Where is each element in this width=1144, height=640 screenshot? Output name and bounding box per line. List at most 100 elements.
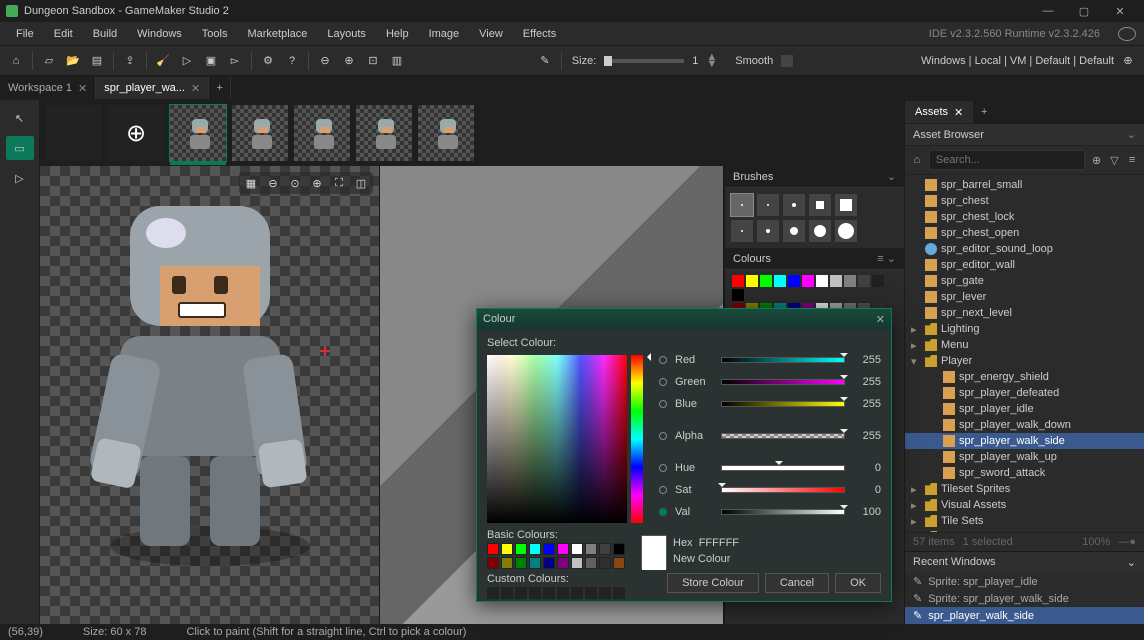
basic-swatch[interactable] xyxy=(543,543,555,555)
brush-8[interactable] xyxy=(783,220,805,242)
split-icon[interactable]: ◫ xyxy=(351,174,371,192)
arrow-tool[interactable]: ↖ xyxy=(6,106,34,130)
size-down[interactable]: ▼ xyxy=(706,61,717,68)
cancel-button[interactable]: Cancel xyxy=(765,573,829,593)
custom-swatch[interactable] xyxy=(599,587,611,599)
gear-button[interactable]: ⚙ xyxy=(258,51,278,71)
layout-button[interactable]: ▥ xyxy=(387,51,407,71)
custom-swatch[interactable] xyxy=(571,587,583,599)
custom-swatch[interactable] xyxy=(501,587,513,599)
open-button[interactable]: 📂 xyxy=(63,51,83,71)
hue-bar[interactable] xyxy=(631,355,643,523)
filter-icon[interactable]: ▽ xyxy=(1109,152,1121,168)
store-colour-button[interactable]: Store Colour xyxy=(667,573,759,593)
hex-value[interactable]: FFFFFF xyxy=(699,537,739,549)
close-icon[interactable]: ✕ xyxy=(78,82,87,95)
basic-swatch[interactable] xyxy=(515,557,527,569)
menu-layouts[interactable]: Layouts xyxy=(319,26,374,42)
asset-Player[interactable]: ▾Player xyxy=(905,353,1144,369)
clean-button[interactable]: 🧹 xyxy=(153,51,173,71)
asset-spr_gate[interactable]: spr_gate xyxy=(905,273,1144,289)
basic-swatch[interactable] xyxy=(599,543,611,555)
zoom-in-icon[interactable]: ⊕ xyxy=(307,174,327,192)
menu-build[interactable]: Build xyxy=(85,26,125,42)
add-tab-button[interactable]: + xyxy=(209,77,231,99)
basic-swatch[interactable] xyxy=(529,557,541,569)
basic-swatch[interactable] xyxy=(487,557,499,569)
maximize-button[interactable]: ▢ xyxy=(1066,0,1102,22)
palette-swatch[interactable] xyxy=(830,275,842,287)
custom-swatch[interactable] xyxy=(557,587,569,599)
add-asset-icon[interactable]: ⊕ xyxy=(1091,152,1103,168)
custom-swatch[interactable] xyxy=(515,587,527,599)
stop-button[interactable]: ▻ xyxy=(225,51,245,71)
palette-swatch[interactable] xyxy=(774,275,786,287)
basic-swatch[interactable] xyxy=(557,557,569,569)
basic-swatch[interactable] xyxy=(585,557,597,569)
asset-spr_player_idle[interactable]: spr_player_idle xyxy=(905,401,1144,417)
menu-effects[interactable]: Effects xyxy=(515,26,564,42)
brush-3[interactable] xyxy=(783,194,805,216)
close-button[interactable]: ✕ xyxy=(1102,0,1138,22)
asset-Visual Assets[interactable]: ▸Visual Assets xyxy=(905,497,1144,513)
palette-swatch[interactable] xyxy=(858,275,870,287)
asset-spr_lever[interactable]: spr_lever xyxy=(905,289,1144,305)
asset-spr_editor_sound_loop[interactable]: spr_editor_sound_loop xyxy=(905,241,1144,257)
asset-browser-header[interactable]: Asset Browser⌄ xyxy=(905,124,1144,146)
brush-6[interactable] xyxy=(731,220,753,242)
asset-spr_energy_shield[interactable]: spr_energy_shield xyxy=(905,369,1144,385)
basic-swatch[interactable] xyxy=(529,543,541,555)
brush-4[interactable] xyxy=(809,194,831,216)
brush-2[interactable] xyxy=(757,194,779,216)
add-panel-tab[interactable]: + xyxy=(973,101,995,123)
menu-help[interactable]: Help xyxy=(378,26,417,42)
asset-spr_chest_lock[interactable]: spr_chest_lock xyxy=(905,209,1144,225)
run-button[interactable]: ▷ xyxy=(177,51,197,71)
slider-red[interactable]: Red255 xyxy=(659,349,881,371)
basic-swatch[interactable] xyxy=(501,557,513,569)
basic-swatch[interactable] xyxy=(599,557,611,569)
add-frame-button[interactable]: ⊕ xyxy=(108,105,164,161)
asset-spr_chest[interactable]: spr_chest xyxy=(905,193,1144,209)
tab-Workspace-1[interactable]: Workspace 1✕ xyxy=(0,77,96,99)
asset-spr_sword_attack[interactable]: spr_sword_attack xyxy=(905,465,1144,481)
asset-spr_chest_open[interactable]: spr_chest_open xyxy=(905,225,1144,241)
basic-swatch[interactable] xyxy=(571,557,583,569)
close-icon[interactable]: ✕ xyxy=(191,82,200,95)
settings-icon[interactable] xyxy=(1118,27,1136,41)
menu-edit[interactable]: Edit xyxy=(46,26,81,42)
slider-hue[interactable]: Hue0 xyxy=(659,457,881,479)
custom-swatch[interactable] xyxy=(613,587,625,599)
brush-1[interactable] xyxy=(731,194,753,216)
tab-spr_player_wa-[interactable]: spr_player_wa...✕ xyxy=(96,77,209,99)
origin-marker[interactable] xyxy=(320,346,330,356)
palette-swatch[interactable] xyxy=(788,275,800,287)
play-tool[interactable]: ▷ xyxy=(6,166,34,190)
menu-tools[interactable]: Tools xyxy=(194,26,236,42)
custom-swatch[interactable] xyxy=(585,587,597,599)
asset-spr_next_level[interactable]: spr_next_level xyxy=(905,305,1144,321)
asset-spr_player_defeated[interactable]: spr_player_defeated xyxy=(905,385,1144,401)
asset-Tileset Sprites[interactable]: ▸Tileset Sprites xyxy=(905,481,1144,497)
pencil-tool[interactable]: ✎ xyxy=(535,51,555,71)
brush-7[interactable] xyxy=(757,220,779,242)
dialog-close-icon[interactable]: ✕ xyxy=(876,313,885,326)
minimize-button[interactable]: — xyxy=(1030,0,1066,22)
saturation-value-picker[interactable] xyxy=(487,355,627,523)
basic-swatch[interactable] xyxy=(557,543,569,555)
grid-icon[interactable]: ▦ xyxy=(241,174,261,192)
basic-swatch[interactable] xyxy=(515,543,527,555)
asset-spr_player_walk_side[interactable]: spr_player_walk_side xyxy=(905,433,1144,449)
menu-view[interactable]: View xyxy=(471,26,511,42)
basic-swatch[interactable] xyxy=(613,557,625,569)
palette-swatch[interactable] xyxy=(816,275,828,287)
zoom-slider-tree[interactable]: —● xyxy=(1118,536,1136,548)
asset-Menu[interactable]: ▸Menu xyxy=(905,337,1144,353)
custom-swatch[interactable] xyxy=(543,587,555,599)
asset-spr_player_walk_down[interactable]: spr_player_walk_down xyxy=(905,417,1144,433)
brush-9[interactable] xyxy=(809,220,831,242)
new-button[interactable]: ▱ xyxy=(39,51,59,71)
slider-alpha[interactable]: Alpha255 xyxy=(659,425,881,447)
target-selector[interactable]: Windows | Local | VM | Default | Default xyxy=(921,55,1114,67)
recent-spr_player_walk_side[interactable]: ✎spr_player_walk_side xyxy=(905,607,1144,624)
